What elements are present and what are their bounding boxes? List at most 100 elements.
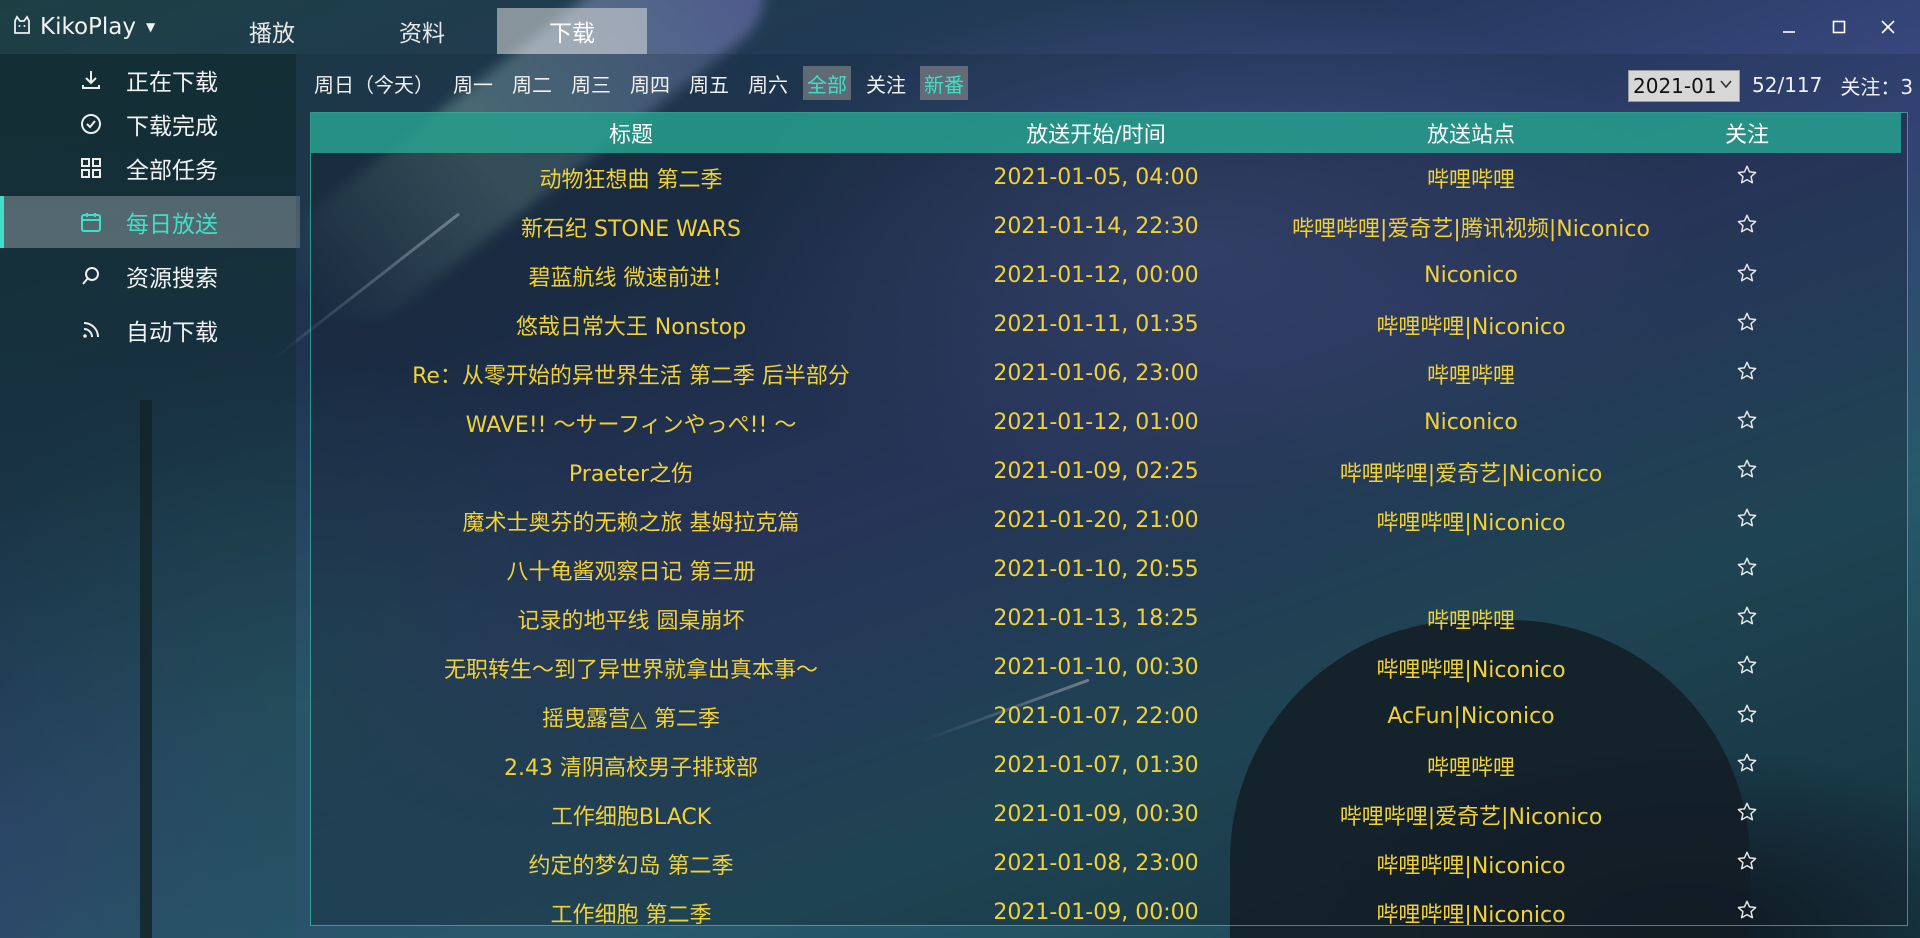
table-row[interactable]: 八十龟酱观察日记 第三册 2021-01-10, 20:55: [311, 545, 1901, 594]
minimize-icon[interactable]: [1769, 10, 1809, 44]
item-count: 52/117: [1752, 73, 1823, 97]
table-row[interactable]: Praeter之伤 2021-01-09, 02:25 哔哩哔哩|爱奇艺|Nicon…: [311, 447, 1901, 496]
row-site: 哔哩哔哩: [1426, 363, 1515, 389]
follow-cell: [1701, 899, 1793, 926]
filter-new-anime[interactable]: 新番: [920, 66, 968, 100]
tab-library[interactable]: 资料: [347, 8, 497, 54]
sidebar-item-auto-download[interactable]: 自动下载: [0, 304, 296, 356]
table-row[interactable]: Re：从零开始的异世界生活 第二季 后半部分 2021-01-06, 23:00 哔…: [311, 349, 1901, 398]
sidebar: 正在下载 下载完成 全部任务 每日放送 资源搜索 自动下载: [0, 54, 300, 938]
row-title: 约定的梦幻岛 第二季: [528, 853, 734, 879]
row-time: 2021-01-08, 23:00: [993, 851, 1199, 876]
table-row[interactable]: 摇曳露营△ 第二季 2021-01-07, 22:00 AcFun|Niconico: [311, 692, 1901, 741]
follow-cell: [1701, 850, 1793, 878]
star-icon[interactable]: [1736, 556, 1758, 578]
filter-monday[interactable]: 周一: [449, 66, 497, 100]
table-row[interactable]: 工作细胞BLACK 2021-01-09, 00:30 哔哩哔哩|爱奇艺|Nicon…: [311, 790, 1901, 839]
chevron-down-icon: [1719, 77, 1733, 95]
table-row[interactable]: 新石纪 STONE WARS 2021-01-14, 22:30 哔哩哔哩|爱奇艺|…: [311, 202, 1901, 251]
sidebar-item-label: 全部任务: [126, 158, 218, 184]
sidebar-item-resource-search[interactable]: 资源搜索: [0, 250, 296, 302]
star-icon[interactable]: [1736, 801, 1758, 823]
filter-tuesday[interactable]: 周二: [508, 66, 556, 100]
table-row[interactable]: 工作细胞 第二季 2021-01-09, 00:00 哔哩哔哩|Niconico: [311, 888, 1901, 926]
tab-play[interactable]: 播放: [197, 8, 347, 54]
row-time: 2021-01-20, 21:00: [993, 508, 1199, 533]
row-site: 哔哩哔哩: [1426, 167, 1515, 193]
row-title: Praeter之伤: [568, 461, 694, 487]
header-follow[interactable]: 关注: [1701, 117, 1793, 149]
table-row[interactable]: 2.43 清阴高校男子排球部 2021-01-07, 01:30 哔哩哔哩: [311, 741, 1901, 790]
star-icon[interactable]: [1736, 311, 1758, 333]
row-time: 2021-01-13, 18:25: [993, 606, 1199, 631]
month-value: 2021-01: [1633, 74, 1717, 98]
star-icon[interactable]: [1736, 752, 1758, 774]
row-title: 2.43 清阴高校男子排球部: [504, 755, 758, 781]
sidebar-item-label: 下载完成: [126, 114, 218, 140]
row-site: Niconico: [1424, 263, 1518, 288]
header-time[interactable]: 放送开始/时间: [951, 117, 1241, 149]
month-select[interactable]: 2021-01: [1628, 70, 1740, 102]
star-icon[interactable]: [1736, 262, 1758, 284]
sidebar-item-daily-broadcast[interactable]: 每日放送: [0, 196, 300, 248]
row-title: 魔术士奥芬的无赖之旅 基姆拉克篇: [462, 510, 800, 536]
tab-download[interactable]: 下载: [497, 8, 647, 54]
star-icon[interactable]: [1736, 213, 1758, 235]
close-icon[interactable]: [1868, 10, 1908, 44]
header-site[interactable]: 放送站点: [1241, 117, 1701, 149]
row-site: 哔哩哔哩: [1426, 755, 1515, 781]
follow-cell: [1701, 360, 1793, 388]
star-icon[interactable]: [1736, 703, 1758, 725]
sidebar-item-all-tasks[interactable]: 全部任务: [0, 142, 296, 194]
row-time: 2021-01-10, 00:30: [993, 655, 1199, 680]
table-row[interactable]: WAVE!! ～サーフィンやっぺ!! ～ 2021-01-12, 01:00 Nic…: [311, 398, 1901, 447]
filter-following[interactable]: 关注: [862, 66, 910, 100]
table-row[interactable]: 碧蓝航线 微速前进！ 2021-01-12, 00:00 Niconico: [311, 251, 1901, 300]
star-icon[interactable]: [1736, 850, 1758, 872]
row-title: WAVE!! ～サーフィンやっぺ!! ～: [465, 412, 797, 438]
row-site: AcFun|Niconico: [1387, 704, 1555, 729]
table-row[interactable]: 魔术士奥芬的无赖之旅 基姆拉克篇 2021-01-20, 21:00 哔哩哔哩|Ni…: [311, 496, 1901, 545]
header-title[interactable]: 标题: [311, 117, 951, 149]
search-icon: [76, 264, 106, 288]
maximize-icon[interactable]: [1819, 10, 1859, 44]
follow-cell: [1701, 458, 1793, 486]
filter-sunday-today[interactable]: 周日（今天）: [310, 66, 438, 100]
star-icon[interactable]: [1736, 605, 1758, 627]
filter-saturday[interactable]: 周六: [744, 66, 792, 100]
row-title: Re：从零开始的异世界生活 第二季 后半部分: [412, 363, 850, 389]
app-menu-button[interactable]: KikoPlay ▼: [12, 12, 155, 42]
row-time: 2021-01-07, 01:30: [993, 753, 1199, 778]
row-title: 无职转生～到了异世界就拿出真本事～: [443, 657, 818, 683]
follow-cell: [1701, 801, 1793, 829]
check-circle-icon: [76, 112, 106, 136]
table-row[interactable]: 无职转生～到了异世界就拿出真本事～ 2021-01-10, 00:30 哔哩哔哩|N…: [311, 643, 1901, 692]
table-row[interactable]: 悠哉日常大王 Nonstop 2021-01-11, 01:35 哔哩哔哩|Nico…: [311, 300, 1901, 349]
row-title: 碧蓝航线 微速前进！: [528, 265, 734, 291]
star-icon[interactable]: [1736, 458, 1758, 480]
grid-icon: [76, 156, 106, 180]
star-icon[interactable]: [1736, 164, 1758, 186]
follow-cell: [1701, 556, 1793, 584]
filter-friday[interactable]: 周五: [685, 66, 733, 100]
table-row[interactable]: 动物狂想曲 第二季 2021-01-05, 04:00 哔哩哔哩: [311, 153, 1901, 202]
table-row[interactable]: 约定的梦幻岛 第二季 2021-01-08, 23:00 哔哩哔哩|Niconico: [311, 839, 1901, 888]
filter-all[interactable]: 全部: [803, 66, 851, 100]
star-icon[interactable]: [1736, 654, 1758, 676]
row-site: 哔哩哔哩|爱奇艺|Niconico: [1339, 804, 1603, 830]
row-time: 2021-01-12, 00:00: [993, 263, 1199, 288]
table-row[interactable]: 记录的地平线 圆桌崩坏 2021-01-13, 18:25 哔哩哔哩: [311, 594, 1901, 643]
row-title: 摇曳露营△ 第二季: [542, 706, 720, 732]
table-body: 动物狂想曲 第二季 2021-01-05, 04:00 哔哩哔哩 新石纪 STONE …: [311, 153, 1901, 926]
row-time: 2021-01-09, 00:00: [993, 900, 1199, 925]
follow-cell: [1701, 703, 1793, 731]
filter-thursday[interactable]: 周四: [626, 66, 674, 100]
row-title: 工作细胞BLACK: [550, 804, 712, 830]
star-icon[interactable]: [1736, 409, 1758, 431]
row-site: 哔哩哔哩|Niconico: [1376, 902, 1566, 926]
filter-wednesday[interactable]: 周三: [567, 66, 615, 100]
star-icon[interactable]: [1736, 899, 1758, 921]
star-icon[interactable]: [1736, 360, 1758, 382]
star-icon[interactable]: [1736, 507, 1758, 529]
row-site: 哔哩哔哩: [1426, 608, 1515, 634]
